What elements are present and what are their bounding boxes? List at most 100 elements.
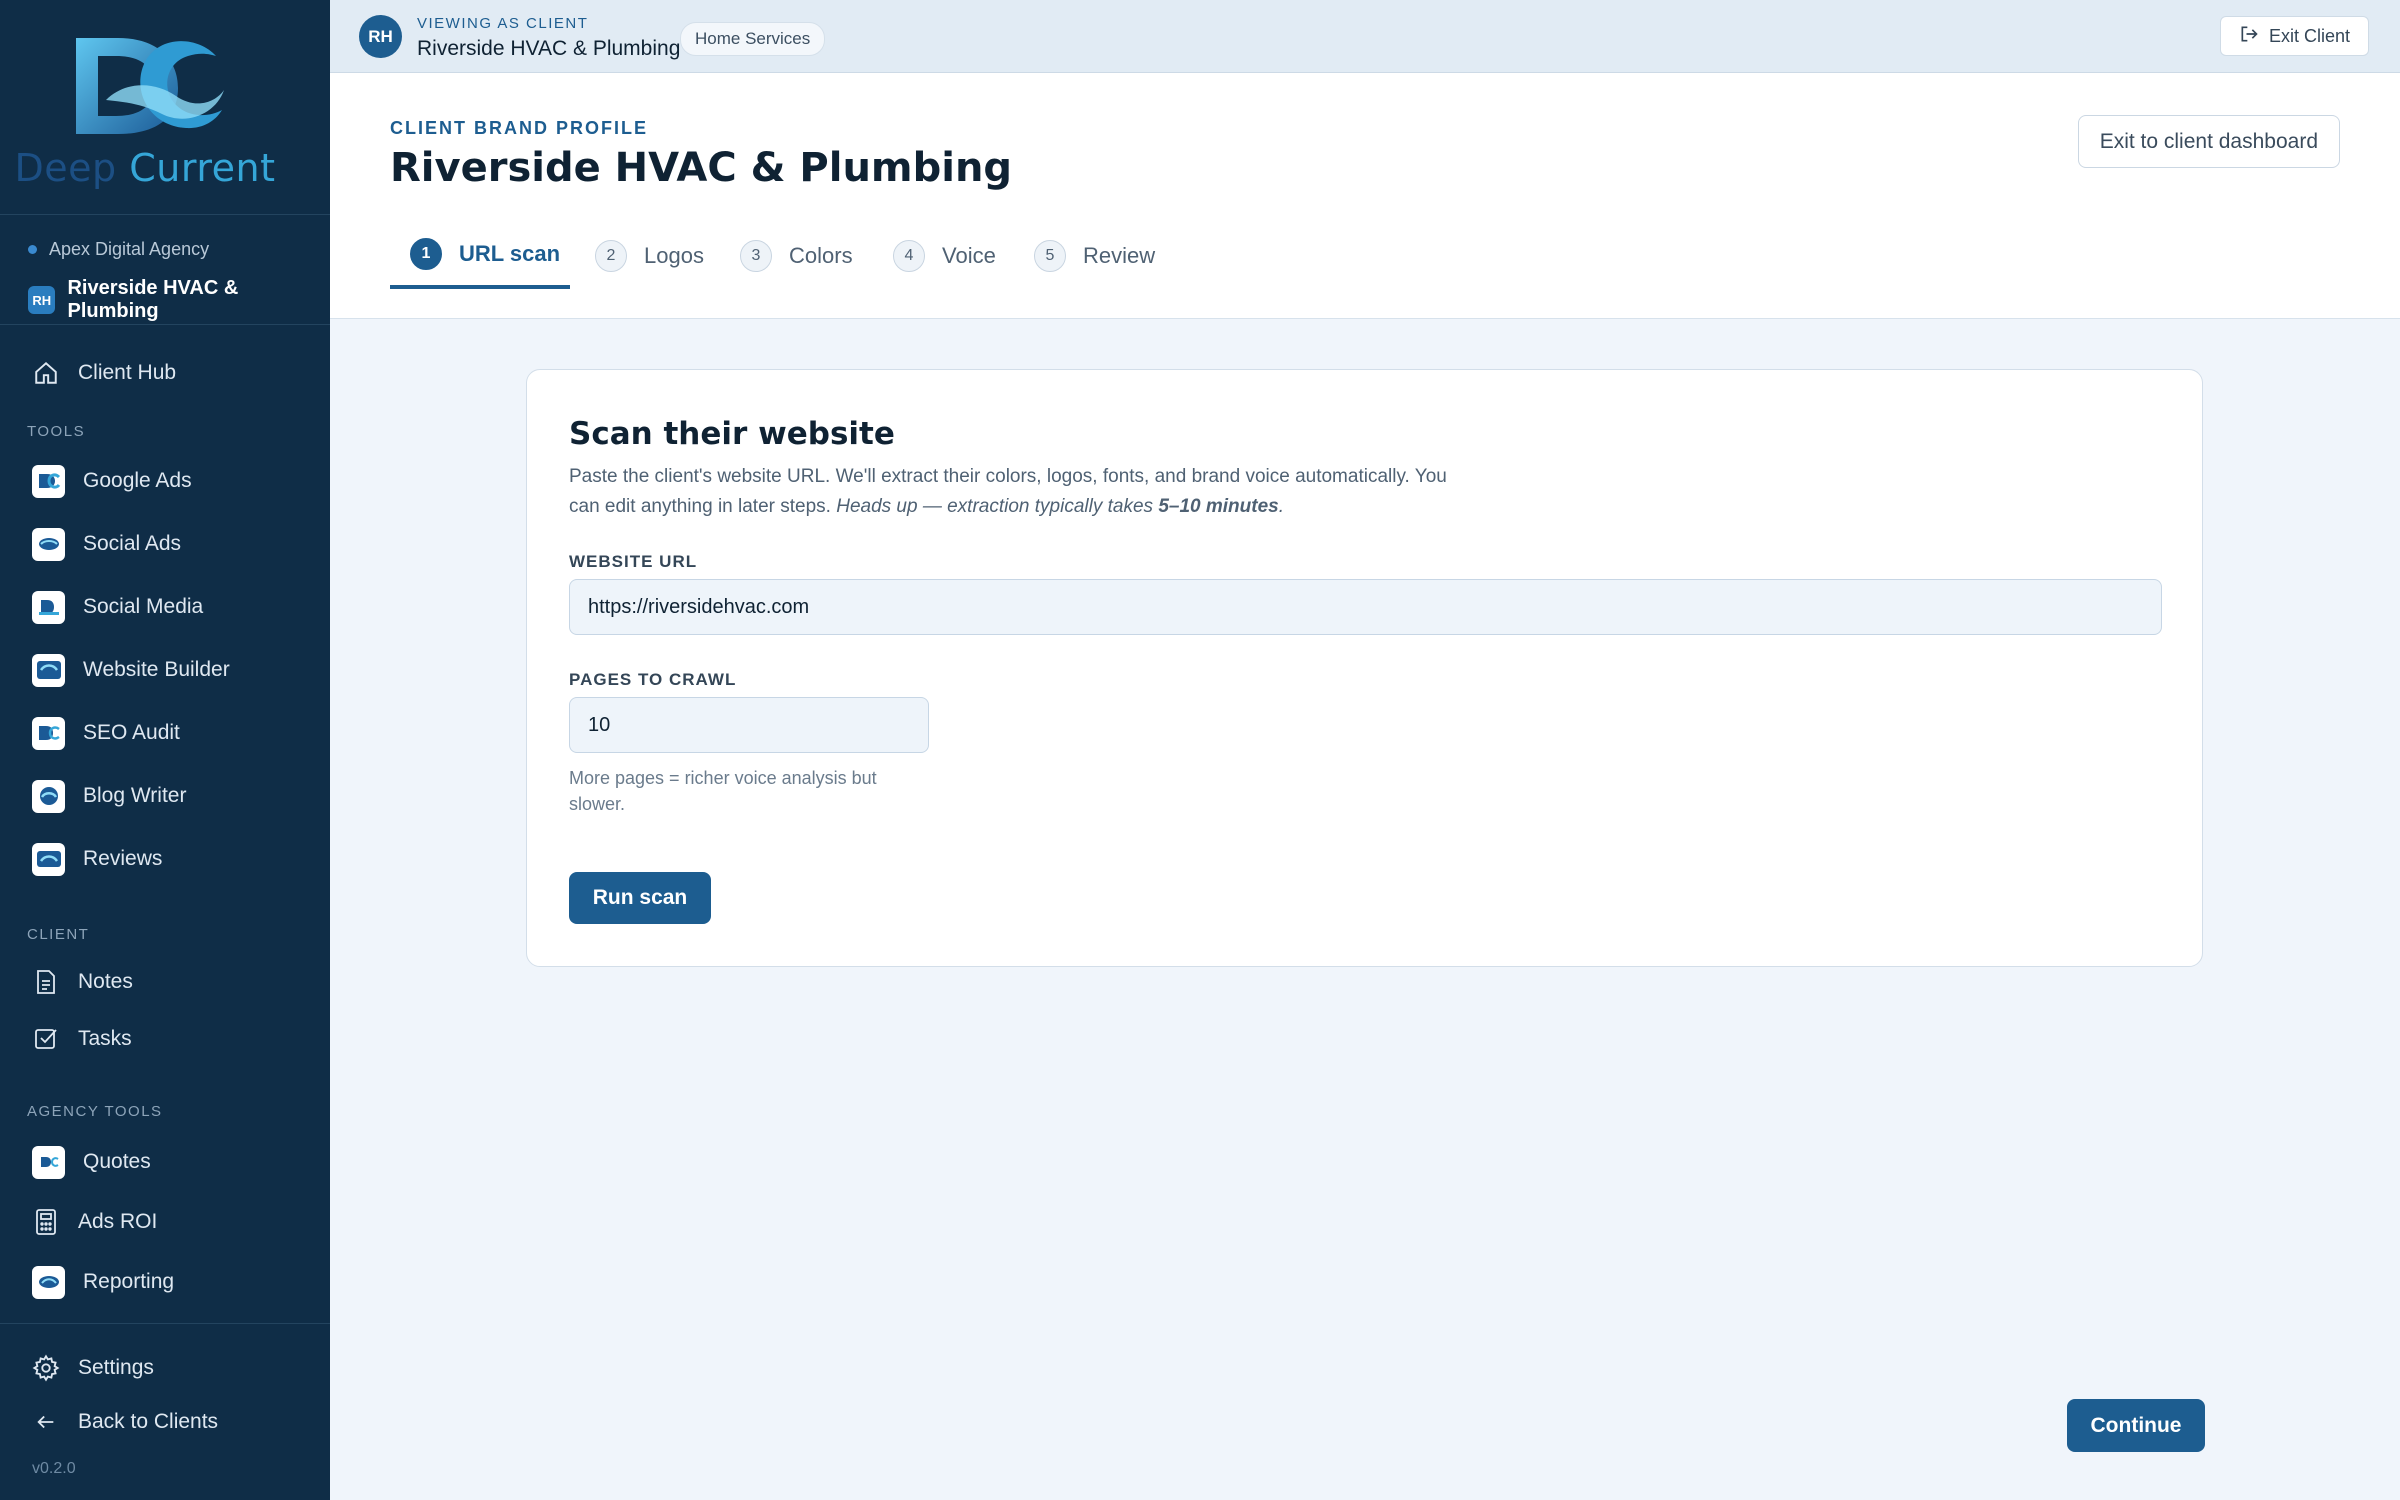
reviews-tool-icon: [32, 842, 65, 876]
website-url-input[interactable]: https://riversidehvac.com: [569, 579, 2162, 635]
sidebar-item-label: Website Builder: [83, 658, 230, 681]
agency-tools-section-label: AGENCY TOOLS: [27, 1103, 163, 1120]
quotes-tool-icon: [32, 1145, 65, 1179]
seo-audit-tool-icon: [32, 716, 65, 750]
brand-name-part1: Deep: [14, 146, 117, 190]
agency-name: Apex Digital Agency: [49, 239, 210, 259]
client-avatar: RH: [359, 15, 402, 58]
step-number: 1: [410, 238, 442, 270]
sidebar-item-label: Google Ads: [83, 469, 192, 492]
card-description: Paste the client's website URL. We'll ex…: [569, 462, 1469, 522]
exit-icon: [2239, 24, 2259, 49]
tab-colors[interactable]: 3 Colors: [720, 223, 853, 289]
social-media-tool-icon: [32, 590, 65, 624]
client-view-banner: RH VIEWING AS CLIENT Riverside HVAC & Pl…: [330, 0, 2400, 73]
blog-writer-tool-icon: [32, 779, 65, 813]
context-switcher[interactable]: Apex Digital Agency RH Riverside HVAC & …: [0, 215, 330, 325]
exit-client-button[interactable]: Exit Client: [2219, 16, 2369, 56]
description-note: Heads up — extraction typically takes: [836, 496, 1159, 517]
sidebar-item-label: Quotes: [83, 1150, 151, 1173]
pages-help-text: More pages = richer voice analysis but s…: [569, 768, 877, 814]
reporting-tool-icon: [32, 1265, 65, 1299]
arrow-left-icon: [32, 1408, 60, 1436]
sidebar-item-website-builder[interactable]: Website Builder: [32, 652, 230, 688]
sidebar-item-social-ads[interactable]: Social Ads: [32, 526, 181, 562]
brand-wordmark: Deep Current: [0, 146, 290, 190]
brand-name-part2: Current: [129, 146, 276, 190]
document-icon: [32, 968, 60, 996]
sidebar-item-label: Social Media: [83, 595, 204, 618]
sidebar-item-label: Client Hub: [78, 361, 177, 384]
step-label: Voice: [942, 243, 996, 268]
step-label: URL scan: [459, 241, 561, 266]
step-number: 5: [1034, 240, 1066, 272]
step-label: Colors: [789, 243, 853, 268]
exit-client-label: Exit Client: [2268, 25, 2350, 46]
sidebar-item-reporting[interactable]: Reporting: [32, 1264, 174, 1300]
sidebar-item-ads-roi[interactable]: Ads ROI: [32, 1204, 157, 1240]
sidebar-item-label: Reporting: [83, 1270, 175, 1293]
tab-voice[interactable]: 4 Voice: [873, 223, 996, 289]
sidebar-item-label: Settings: [78, 1356, 154, 1379]
sidebar-item-tasks[interactable]: Tasks: [32, 1021, 132, 1057]
back-to-clients-link[interactable]: Back to Clients: [32, 1404, 218, 1440]
sidebar-item-reviews[interactable]: Reviews: [32, 841, 162, 877]
sidebar-item-label: Ads ROI: [78, 1210, 158, 1233]
step-number: 2: [595, 240, 627, 272]
current-client-name: Riverside HVAC & Plumbing: [67, 277, 239, 322]
client-section-label: CLIENT: [27, 926, 90, 943]
tab-logos[interactable]: 2 Logos: [575, 223, 704, 289]
tools-section-label: TOOLS: [27, 423, 86, 440]
sidebar-item-label: Notes: [78, 970, 133, 993]
current-client-row[interactable]: RH Riverside HVAC & Plumbing: [28, 277, 330, 323]
sidebar-item-settings[interactable]: Settings: [32, 1350, 154, 1386]
step-number: 4: [893, 240, 925, 272]
viewing-as-client-label: VIEWING AS CLIENT: [417, 15, 589, 32]
agency-status-dot: [28, 245, 37, 254]
tab-url-scan[interactable]: 1 URL scan: [390, 223, 570, 289]
brand-logo[interactable]: Deep Current: [0, 0, 330, 215]
tab-review[interactable]: 5 Review: [1014, 223, 1155, 289]
viewing-client-name: Riverside HVAC & Plumbing: [417, 37, 681, 60]
exit-to-client-dashboard-button[interactable]: Exit to client dashboard: [2077, 115, 2340, 168]
pages-to-crawl-label: PAGES TO CRAWL: [569, 670, 737, 689]
home-icon: [32, 359, 60, 387]
checkbox-icon: [32, 1025, 60, 1053]
deep-current-logo-icon: [76, 38, 224, 134]
website-url-label: WEBSITE URL: [569, 552, 698, 571]
gear-icon: [32, 1354, 60, 1382]
calculator-icon: [32, 1208, 60, 1236]
brand-profile-header: CLIENT BRAND PROFILE Riverside HVAC & Pl…: [330, 73, 2400, 319]
sidebar-item-notes[interactable]: Notes: [32, 964, 133, 1000]
step-label: Review: [1083, 243, 1156, 268]
page-eyebrow: CLIENT BRAND PROFILE: [390, 118, 648, 138]
sidebar-item-label: Social Ads: [83, 532, 182, 555]
industry-badge: Home Services: [680, 22, 826, 56]
client-avatar: RH: [28, 286, 56, 314]
card-title: Scan their website: [569, 416, 895, 452]
sidebar-item-label: Reviews: [83, 847, 163, 870]
social-ads-tool-icon: [32, 527, 65, 561]
website-builder-tool-icon: [32, 653, 65, 687]
sidebar-divider: [0, 1323, 330, 1324]
google-ads-tool-icon: [32, 464, 65, 498]
sidebar-item-seo-audit[interactable]: SEO Audit: [32, 715, 180, 751]
agency-row: Apex Digital Agency: [28, 239, 209, 260]
sidebar-item-blog-writer[interactable]: Blog Writer: [32, 778, 186, 814]
description-end: .: [1278, 496, 1284, 517]
sidebar-item-quotes[interactable]: Quotes: [32, 1144, 151, 1180]
app-version: v0.2.0: [32, 1460, 76, 1477]
sidebar-item-client-hub[interactable]: Client Hub: [32, 355, 176, 391]
description-duration: 5–10 minutes: [1158, 496, 1279, 517]
step-label: Logos: [644, 243, 704, 268]
sidebar-item-label: Blog Writer: [83, 784, 187, 807]
run-scan-button[interactable]: Run scan: [569, 872, 711, 924]
continue-button[interactable]: Continue: [2067, 1399, 2205, 1452]
step-number: 3: [740, 240, 772, 272]
sidebar-item-label: Back to Clients: [78, 1410, 219, 1433]
sidebar-item-google-ads[interactable]: Google Ads: [32, 463, 192, 499]
sidebar-item-label: Tasks: [78, 1027, 132, 1050]
sidebar-item-social-media[interactable]: Social Media: [32, 589, 203, 625]
pages-to-crawl-input[interactable]: 10: [569, 697, 929, 753]
sidebar-item-label: SEO Audit: [83, 721, 180, 744]
